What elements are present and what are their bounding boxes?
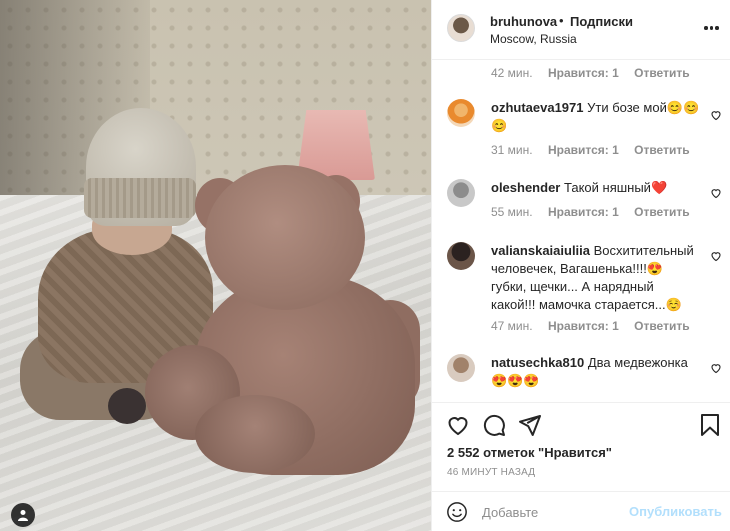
comment-time[interactable]: 42 мин. (491, 66, 533, 80)
commenter-username[interactable]: natusechka810 (491, 355, 584, 370)
commenter-avatar[interactable] (447, 99, 475, 127)
post-timestamp[interactable]: 46 МИНУТ НАЗАД (447, 467, 535, 478)
user-tag-icon (18, 510, 28, 521)
comment-reply-button[interactable]: Ответить (634, 319, 689, 333)
comment-meta: 47 мин. Нравится: 1 Ответить (491, 319, 690, 333)
post-actions: 2 552 отметок "Нравится" 46 МИНУТ НАЗАД (432, 402, 730, 502)
comment-body: valianskaiaiuliia Восхитительный человеч… (491, 242, 701, 314)
comment-time[interactable]: 47 мин. (491, 319, 533, 333)
comment-reply-button[interactable]: Ответить (634, 66, 689, 80)
comment-meta: 42 мин. Нравится: 1 Ответить (491, 66, 690, 80)
comment-likes[interactable]: Нравится: 1 (548, 205, 619, 219)
photo-sock (108, 388, 146, 424)
comment-reply-button[interactable]: Ответить (634, 205, 689, 219)
following-button[interactable]: Подписки (570, 14, 633, 29)
likes-count[interactable]: 2 552 отметок "Нравится" (447, 445, 612, 460)
comment-input[interactable] (482, 501, 622, 523)
comment-reply-button[interactable]: Ответить (634, 143, 689, 157)
share-icon[interactable] (518, 413, 542, 437)
comment-time[interactable]: 55 мин. (491, 205, 533, 219)
author-username[interactable]: bruhunova (490, 14, 557, 29)
comment-likes[interactable]: Нравится: 1 (548, 319, 619, 333)
commenter-username[interactable]: valianskaiaiuliia (491, 243, 590, 258)
more-icon (704, 26, 708, 30)
commenter-username[interactable]: oleshender (491, 180, 560, 195)
comment-body: natusechka810 Два медвежонка 😍😍😍 (491, 354, 701, 390)
comment-text: Такой няшный❤️ (563, 180, 668, 195)
publish-button[interactable]: Опубликовать (629, 504, 722, 519)
comment-meta: 31 мин. Нравится: 1 Ответить (491, 143, 690, 157)
header-separator: • (559, 13, 564, 28)
comment-meta: 55 мин. Нравится: 1 Ответить (491, 205, 690, 219)
post-side-panel: bruhunova • Подписки Moscow, Russia 42 м… (431, 0, 730, 531)
author-avatar[interactable] (447, 14, 475, 42)
bookmark-icon[interactable] (698, 413, 722, 437)
post-header: bruhunova • Подписки Moscow, Russia (432, 0, 730, 60)
comment-body: oleshender Такой няшный❤️ (491, 179, 701, 197)
add-comment-bar: Опубликовать (432, 491, 730, 531)
comment-body: ozhutaeva1971 Ути бозе мой😊😊😊 (491, 99, 701, 135)
photo-bear-foot (195, 395, 315, 473)
comment-like-icon[interactable] (710, 250, 722, 262)
comment-like-icon[interactable] (710, 187, 722, 199)
comments-list[interactable]: 42 мин. Нравится: 1 Ответить ozhutaeva19… (432, 61, 730, 402)
commenter-username[interactable]: ozhutaeva1971 (491, 100, 584, 115)
user-tag-button[interactable] (11, 503, 35, 527)
photo-hat-band (84, 178, 196, 218)
heart-icon[interactable] (446, 413, 470, 437)
more-options-button[interactable] (704, 20, 720, 36)
commenter-avatar[interactable] (447, 242, 475, 270)
comment-likes[interactable]: Нравится: 1 (548, 143, 619, 157)
commenter-avatar[interactable] (447, 179, 475, 207)
commenter-avatar[interactable] (447, 354, 475, 382)
comment-likes[interactable]: Нравится: 1 (548, 66, 619, 80)
post-photo[interactable] (0, 0, 431, 531)
comment-like-icon[interactable] (710, 109, 722, 121)
comment-icon[interactable] (482, 413, 506, 437)
comment-time[interactable]: 31 мин. (491, 143, 533, 157)
emoji-icon[interactable] (446, 501, 468, 523)
post-location[interactable]: Moscow, Russia (490, 32, 577, 46)
photo-bear-head (205, 165, 365, 310)
comment-like-icon[interactable] (710, 362, 722, 374)
